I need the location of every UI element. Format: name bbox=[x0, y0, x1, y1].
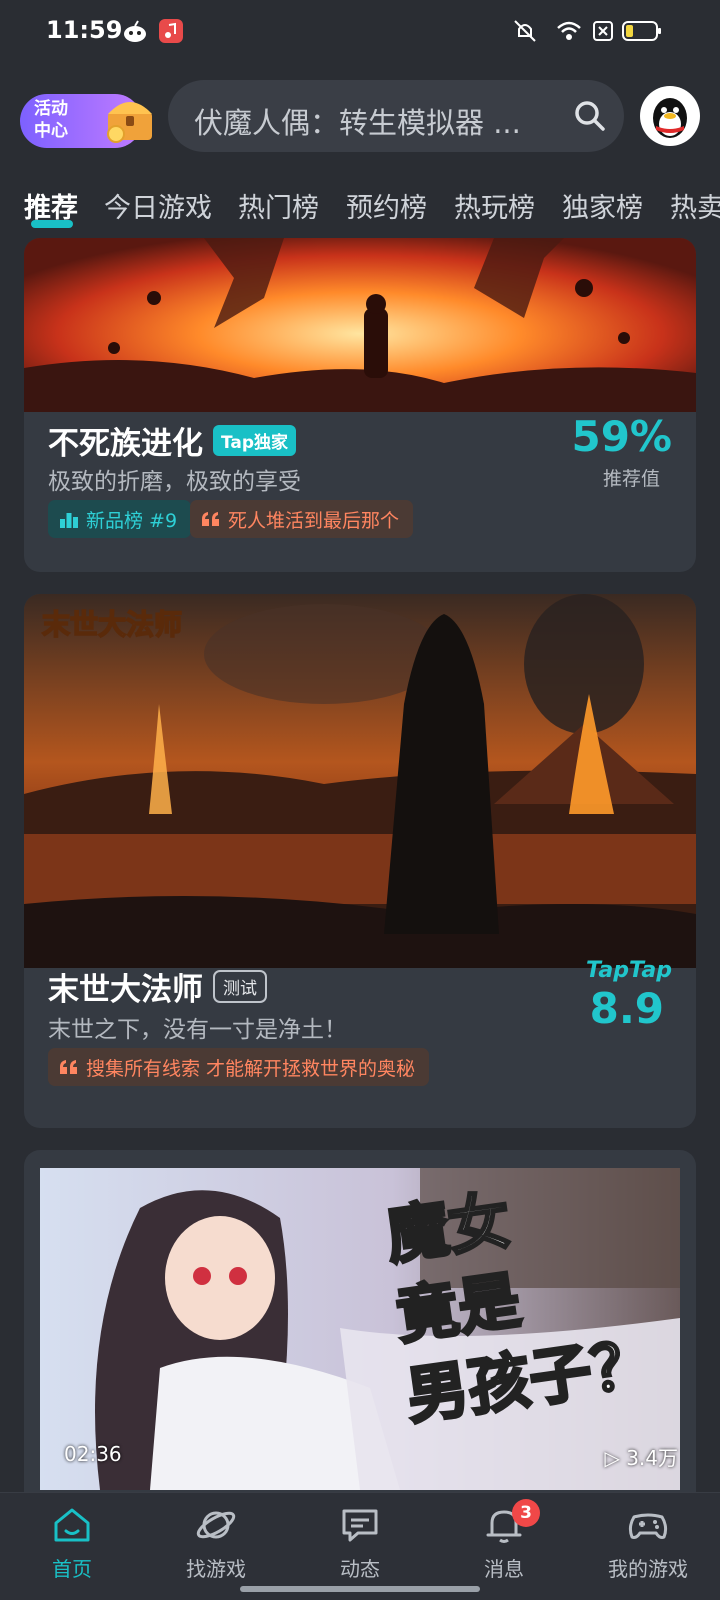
nav-feed[interactable]: 动态 bbox=[300, 1503, 420, 1582]
search-icon[interactable] bbox=[572, 98, 608, 134]
rank-tag[interactable]: 新品榜 #9 bbox=[48, 500, 192, 538]
taptap-score: 8.9 bbox=[589, 984, 664, 1033]
nav-find-games[interactable]: 找游戏 bbox=[156, 1503, 276, 1582]
mute-icon bbox=[514, 20, 536, 42]
avatar[interactable] bbox=[640, 86, 700, 146]
tab-indicator bbox=[31, 220, 73, 228]
search-placeholder: 伏魔人偶：转生模拟器 ... bbox=[194, 106, 521, 140]
nav-feed-label: 动态 bbox=[340, 1557, 380, 1581]
tab-hot-sale[interactable]: 热卖 bbox=[670, 186, 720, 225]
banner-game-logo: 末世大法师 bbox=[42, 608, 182, 641]
video-views-label: 3.4万 bbox=[626, 1446, 678, 1470]
status-time: 11:59 bbox=[46, 16, 123, 44]
test-badge: 测试 bbox=[213, 970, 267, 1003]
home-icon bbox=[54, 1508, 90, 1542]
play-count-icon: ▷ bbox=[604, 1446, 627, 1470]
nav-find-games-label: 找游戏 bbox=[186, 1557, 246, 1581]
quote-icon bbox=[60, 1060, 77, 1074]
review-quote-label: 死人堆活到最后那个 bbox=[228, 509, 400, 532]
rank-icon bbox=[60, 513, 78, 528]
video-views: ▷ 3.4万 bbox=[604, 1442, 678, 1471]
review-quote-label: 搜集所有线索 才能解开拯救世界的奥秘 bbox=[86, 1057, 416, 1080]
taptap-rating-brand: TapTap bbox=[586, 958, 672, 983]
battery-icon bbox=[622, 21, 661, 41]
recommend-score-label: 推荐值 bbox=[602, 468, 660, 490]
nav-my-games-label: 我的游戏 bbox=[608, 1557, 688, 1581]
sim-card-icon bbox=[593, 21, 613, 41]
top-header: 活动 中心 伏魔人偶：转生模拟器 ... bbox=[0, 64, 720, 174]
planet-icon bbox=[196, 1511, 236, 1539]
tab-exclusive-list[interactable]: 独家榜 bbox=[562, 186, 643, 225]
game-title: 末世大法师 bbox=[48, 972, 203, 1008]
game-title: 不死族进化 bbox=[48, 426, 203, 462]
game-banner-image[interactable]: 末世大法师 bbox=[24, 594, 696, 968]
tab-hot-play-list[interactable]: 热玩榜 bbox=[454, 186, 535, 225]
video-duration: 02:36 bbox=[64, 1442, 122, 1466]
nav-home[interactable]: 首页 bbox=[12, 1503, 132, 1582]
tab-hot-list[interactable]: 热门榜 bbox=[238, 186, 319, 225]
home-indicator-bar[interactable] bbox=[240, 1586, 480, 1592]
review-quote-tag[interactable]: 死人堆活到最后那个 bbox=[190, 500, 414, 538]
nav-messages[interactable]: 3 消息 bbox=[444, 1499, 564, 1582]
tab-today-games[interactable]: 今日游戏 bbox=[104, 186, 212, 225]
search-bar[interactable]: 伏魔人偶：转生模拟器 ... bbox=[168, 80, 624, 152]
review-quote-tag[interactable]: 搜集所有线索 才能解开拯救世界的奥秘 bbox=[48, 1048, 430, 1086]
chat-icon bbox=[342, 1509, 378, 1542]
bottom-navigation: 首页 找游戏 动态 3 消息 我的游戏 bbox=[0, 1492, 720, 1600]
treasure-chest-icon bbox=[107, 102, 152, 143]
game-banner-image[interactable] bbox=[24, 238, 696, 412]
nav-my-games[interactable]: 我的游戏 bbox=[588, 1503, 708, 1582]
status-bar: 11:59 bbox=[0, 0, 720, 64]
game-subtitle: 末世之下，没有一寸是净土！ bbox=[48, 1017, 347, 1043]
app-notification-icon bbox=[124, 20, 146, 42]
game-card-undead-evolution[interactable]: 不死族进化 Tap独家 极致的折磨，极致的享受 59% 推荐值 新品榜 #9 死… bbox=[24, 238, 696, 572]
wifi-icon bbox=[557, 21, 581, 40]
quote-icon bbox=[202, 512, 219, 526]
game-video-thumbnail[interactable]: 魔女 竟是 男孩子？ bbox=[40, 1168, 680, 1490]
music-app-icon bbox=[159, 19, 183, 43]
nav-messages-label: 消息 bbox=[484, 1557, 524, 1581]
exclusive-badge: Tap独家 bbox=[213, 425, 297, 456]
rank-tag-label: 新品榜 #9 bbox=[86, 509, 178, 532]
category-tabs: 推荐 今日游戏 热门榜 预约榜 热玩榜 独家榜 热卖 bbox=[0, 180, 720, 232]
game-card-doomsday-mage[interactable]: 末世大法师 末世大法师 测试 末世之下，没有一寸是净土！ TapTap 8.9 … bbox=[24, 594, 696, 1128]
recommend-score: 59% bbox=[571, 412, 672, 461]
qq-penguin-icon bbox=[653, 98, 687, 138]
tab-reserve-list[interactable]: 预约榜 bbox=[346, 186, 427, 225]
activity-center-label: 活动 中心 bbox=[34, 99, 68, 141]
nav-home-label: 首页 bbox=[52, 1557, 92, 1581]
message-count-badge: 3 bbox=[512, 1499, 540, 1527]
gamepad-icon bbox=[628, 1513, 668, 1539]
game-subtitle: 极致的折磨，极致的享受 bbox=[48, 469, 301, 495]
activity-center-button[interactable]: 活动 中心 bbox=[20, 86, 152, 150]
